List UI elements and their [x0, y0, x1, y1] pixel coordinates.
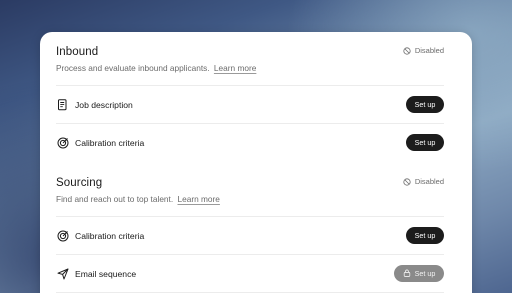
item-label: Job description: [75, 99, 133, 110]
target-icon: [56, 229, 69, 242]
list-item: Calibration criteria Set up: [56, 216, 444, 254]
sourcing-section: Sourcing Find and reach out to top talen…: [56, 163, 444, 293]
inbound-learn-more-link[interactable]: Learn more: [214, 63, 256, 73]
inbound-description: Process and evaluate inbound applicants.…: [56, 63, 256, 73]
settings-card: Inbound Process and evaluate inbound app…: [40, 32, 472, 293]
sourcing-title: Sourcing: [56, 177, 103, 189]
button-label: Set up: [414, 138, 436, 147]
sourcing-status-label: Disabled: [414, 177, 444, 186]
inbound-status-label: Disabled: [414, 46, 444, 55]
button-label: Set up: [414, 100, 436, 109]
disabled-icon: [403, 46, 411, 55]
sourcing-description: Find and reach out to top talent. Learn …: [56, 194, 220, 204]
send-icon: [56, 267, 69, 280]
sourcing-description-text: Find and reach out to top talent.: [56, 194, 174, 204]
setup-calibration-criteria-button[interactable]: Set up: [406, 134, 444, 151]
item-label: Calibration criteria: [75, 137, 145, 148]
inbound-description-text: Process and evaluate inbound applicants.: [56, 63, 210, 73]
disabled-icon: [403, 177, 411, 186]
inbound-status: Disabled: [403, 46, 444, 55]
button-label: Set up: [414, 269, 436, 278]
setup-email-sequence-button[interactable]: Set up: [394, 265, 444, 282]
sourcing-learn-more-link[interactable]: Learn more: [177, 194, 219, 204]
inbound-header: Inbound Process and evaluate inbound app…: [56, 32, 444, 78]
button-label: Set up: [414, 231, 436, 240]
setup-job-description-button[interactable]: Set up: [406, 96, 444, 113]
target-icon: [56, 136, 69, 149]
inbound-title: Inbound: [56, 46, 99, 58]
item-label: Calibration criteria: [75, 230, 145, 241]
inbound-section: Inbound Process and evaluate inbound app…: [56, 32, 444, 151]
list-item: Email sequence Set up: [56, 254, 444, 292]
sourcing-header: Sourcing Find and reach out to top talen…: [56, 163, 444, 209]
sourcing-status: Disabled: [403, 177, 444, 186]
setup-sourcing-calibration-button[interactable]: Set up: [406, 227, 444, 244]
item-label: Email sequence: [75, 268, 137, 279]
lock-icon: [403, 269, 411, 279]
document-icon: [56, 98, 69, 111]
list-item: Calibration criteria Set up: [56, 123, 444, 161]
list-item: Job description Set up: [56, 85, 444, 123]
